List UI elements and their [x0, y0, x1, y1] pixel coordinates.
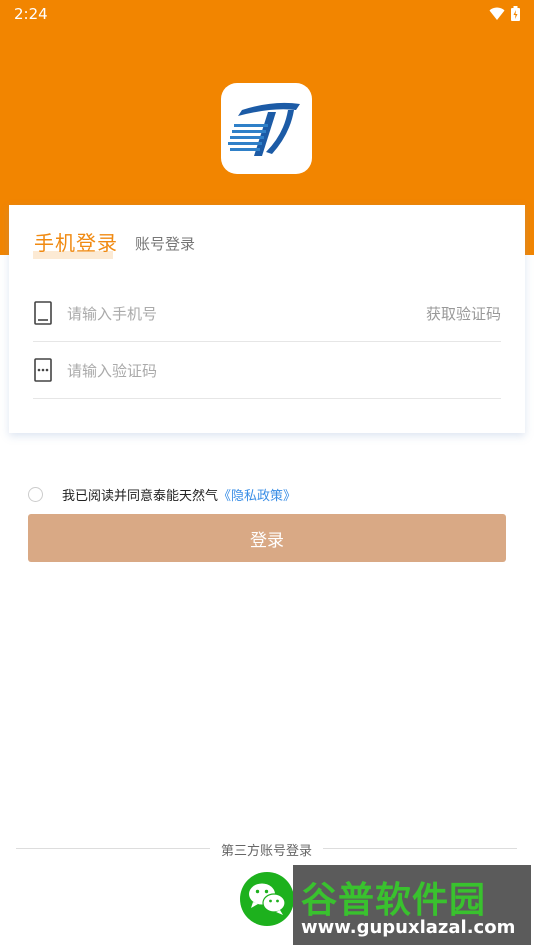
agreement-checkbox[interactable] — [28, 487, 43, 502]
phone-input[interactable] — [65, 299, 399, 329]
status-bar: 2:24 — [0, 0, 534, 28]
status-icons — [489, 6, 520, 21]
privacy-policy-link[interactable]: 《隐私政策》 — [218, 485, 296, 504]
agreement-row: 我已阅读并同意泰能天然气 《隐私政策》 — [28, 485, 296, 504]
tab-phone-login[interactable]: 手机登录 — [34, 227, 118, 256]
wechat-login-button[interactable] — [240, 872, 294, 926]
login-card: 手机登录 账号登录 获取验证码 — [9, 205, 525, 433]
code-icon — [34, 358, 52, 382]
divider-right — [323, 848, 517, 849]
logo-icon — [227, 102, 300, 156]
tab-account-login[interactable]: 账号登录 — [135, 233, 195, 254]
watermark: 谷普软件园 www.gupuxlazal.com — [293, 865, 531, 945]
third-party-label: 第三方账号登录 — [221, 844, 313, 859]
wechat-icon — [249, 883, 286, 915]
phone-icon — [34, 301, 52, 325]
divider-left — [16, 848, 210, 849]
watermark-title: 谷普软件园 — [301, 880, 487, 921]
battery-icon — [511, 6, 520, 21]
watermark-url: www.gupuxlazal.com — [301, 917, 516, 938]
login-button[interactable]: 登录 — [28, 514, 506, 562]
app-logo — [221, 83, 312, 174]
agreement-text: 我已阅读并同意泰能天然气 — [62, 489, 219, 504]
get-code-button[interactable]: 获取验证码 — [426, 303, 501, 324]
code-row — [33, 342, 501, 399]
status-time: 2:24 — [14, 5, 48, 23]
wifi-icon — [489, 7, 505, 20]
phone-row: 获取验证码 — [33, 285, 501, 342]
code-input[interactable] — [65, 356, 399, 386]
